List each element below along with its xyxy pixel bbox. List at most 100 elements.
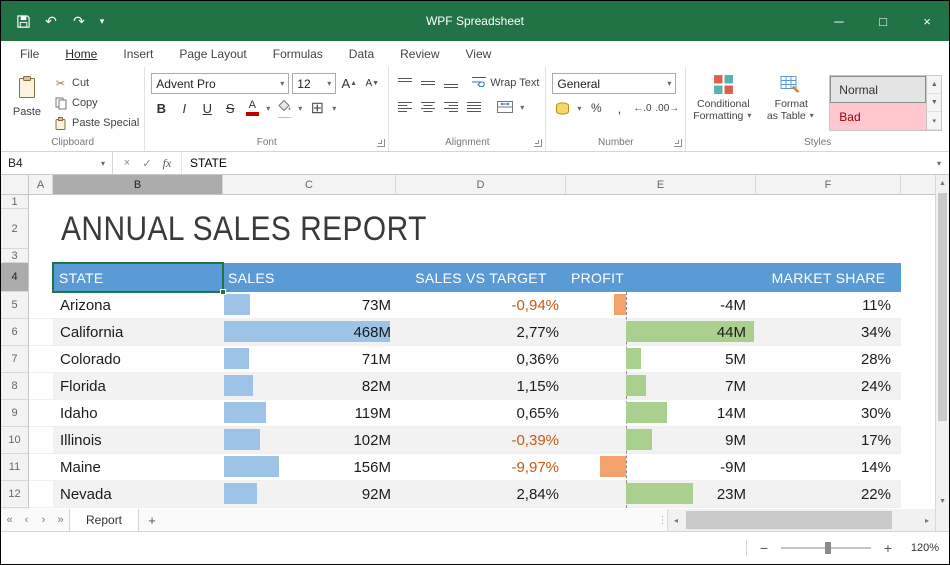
tab-splitter-icon[interactable]: ⋮ [658,509,667,531]
cell-state-header[interactable]: STATE [53,263,223,292]
cell-sales-vs-target[interactable]: 2,77% [396,319,566,346]
italic-button[interactable]: I [174,98,194,118]
style-bad[interactable]: Bad [830,103,926,130]
cell-market-share-header[interactable]: MARKET SHARE [756,263,901,292]
row-header-5[interactable]: 5 [1,292,29,319]
number-dialog-launcher-icon[interactable] [674,139,682,147]
cell-sales-vs-target[interactable]: -9,97% [396,454,566,481]
cell-state[interactable]: Illinois [53,427,223,454]
row-header-9[interactable]: 9 [1,400,29,427]
cell-state[interactable]: Idaho [53,400,223,427]
align-right-button[interactable] [441,97,461,117]
shrink-font-button[interactable]: A▼ [362,74,382,94]
copy-button[interactable]: Copy [54,95,139,111]
font-size-combo[interactable]: 12 ▾ [292,73,336,94]
merge-center-button[interactable] [495,97,515,117]
borders-button[interactable]: ⊞ [307,98,327,118]
row-header-11[interactable]: 11 [1,454,29,481]
cell-a[interactable] [29,454,53,481]
add-sheet-button[interactable]: + [139,509,165,531]
fill-color-dropdown[interactable]: ▾ [296,104,304,113]
row-header-2[interactable]: 2 [1,209,29,249]
accounting-format-dropdown[interactable]: ▾ [575,104,583,113]
font-dialog-launcher-icon[interactable] [377,139,385,147]
grid-body[interactable]: ANNUAL SALES REPORTSTATESALESSALES VS TA… [29,195,935,509]
column-header-b[interactable]: B [53,175,223,194]
bold-button[interactable]: B [151,98,171,118]
decrease-decimal-button[interactable]: .00→ [655,98,679,118]
increase-decimal-button[interactable]: ←.0 [632,98,652,118]
fill-color-button[interactable] [275,98,293,118]
tab-review[interactable]: Review [387,43,452,67]
name-box[interactable]: B4 ▾ [1,152,113,174]
cell-sales-vs-target[interactable]: -0,94% [396,292,566,319]
insert-function-button[interactable]: fx [157,156,177,171]
maximize-button[interactable]: □ [861,1,905,41]
align-middle-button[interactable] [418,73,438,93]
cell-sales-vs-target[interactable]: 0,65% [396,400,566,427]
horizontal-scroll-track[interactable] [684,509,919,531]
style-normal[interactable]: Normal [830,76,926,103]
cut-button[interactable]: ✂ Cut [54,75,139,91]
first-sheet-button[interactable]: « [1,509,18,531]
row-header-10[interactable]: 10 [1,427,29,454]
font-color-dropdown[interactable]: ▾ [264,104,272,113]
wrap-text-button[interactable]: Wrap Text [472,73,539,93]
strikethrough-button[interactable]: S [220,98,240,118]
cell-market-share[interactable]: 30% [756,400,901,427]
formula-enter-button[interactable]: ✓ [137,157,157,170]
cell-market-share[interactable]: 24% [756,373,901,400]
save-button[interactable] [11,9,35,33]
cell-sales-header[interactable]: SALES [223,263,396,292]
cell-state[interactable]: California [53,319,223,346]
cell-profit[interactable]: 5M [566,346,756,373]
cell-state[interactable]: Arizona [53,292,223,319]
cell-state[interactable]: Nevada [53,481,223,508]
cell-profit[interactable]: 7M [566,373,756,400]
cell-sales[interactable]: 82M [223,373,396,400]
cell-a[interactable] [29,481,53,508]
vertical-scroll-track[interactable] [936,191,949,493]
scroll-up-icon[interactable]: ▲ [936,175,949,191]
align-center-button[interactable] [418,97,438,117]
cell-sales-vs-target-header[interactable]: SALES VS TARGET [396,263,566,292]
scroll-left-icon[interactable]: ◂ [668,509,684,531]
font-color-button[interactable]: A [243,98,261,118]
cell-sales[interactable]: 92M [223,481,396,508]
sheet-tab-report[interactable]: Report [69,509,139,531]
vertical-scrollbar[interactable]: ▲ ▼ [935,175,949,509]
cell-sales-vs-target[interactable]: -0,39% [396,427,566,454]
cell-sales-vs-target[interactable]: 1,15% [396,373,566,400]
row-header-3[interactable]: 3 [1,249,29,263]
gallery-up-button[interactable]: ▲ [927,76,941,94]
paste-button[interactable]: Paste [4,69,50,118]
row-header-6[interactable]: 6 [1,319,29,346]
cell-sales-vs-target[interactable]: 0,36% [396,346,566,373]
justify-button[interactable] [464,97,484,117]
cell-a[interactable] [29,319,53,346]
number-format-combo[interactable]: General ▾ [552,73,676,94]
row-header-8[interactable]: 8 [1,373,29,400]
cell-market-share[interactable]: 17% [756,427,901,454]
conditional-formatting-button[interactable]: Conditional Formatting▾ [689,69,757,122]
tab-home[interactable]: Home [52,43,110,67]
tab-insert[interactable]: Insert [110,43,166,67]
cell-profit[interactable]: 14M [566,400,756,427]
cell-profit-header[interactable]: PROFIT [566,263,756,292]
undo-button[interactable]: ↶ [39,9,63,33]
close-button[interactable]: × [905,1,949,41]
customize-qat-button[interactable]: ▾ [95,9,109,33]
cell-profit[interactable]: -9M [566,454,756,481]
accounting-format-button[interactable] [552,98,572,118]
gallery-down-button[interactable]: ▼ [927,94,941,112]
cell-a[interactable] [29,427,53,454]
cell-sales[interactable]: 71M [223,346,396,373]
column-header-d[interactable]: D [396,175,566,194]
cell-a[interactable] [29,400,53,427]
tab-data[interactable]: Data [336,43,387,67]
zoom-slider-thumb[interactable] [825,542,831,554]
cell-market-share[interactable]: 11% [756,292,901,319]
cell-sales[interactable]: 102M [223,427,396,454]
formula-bar-expand-button[interactable]: ▾ [929,152,949,174]
next-sheet-button[interactable]: › [35,509,52,531]
